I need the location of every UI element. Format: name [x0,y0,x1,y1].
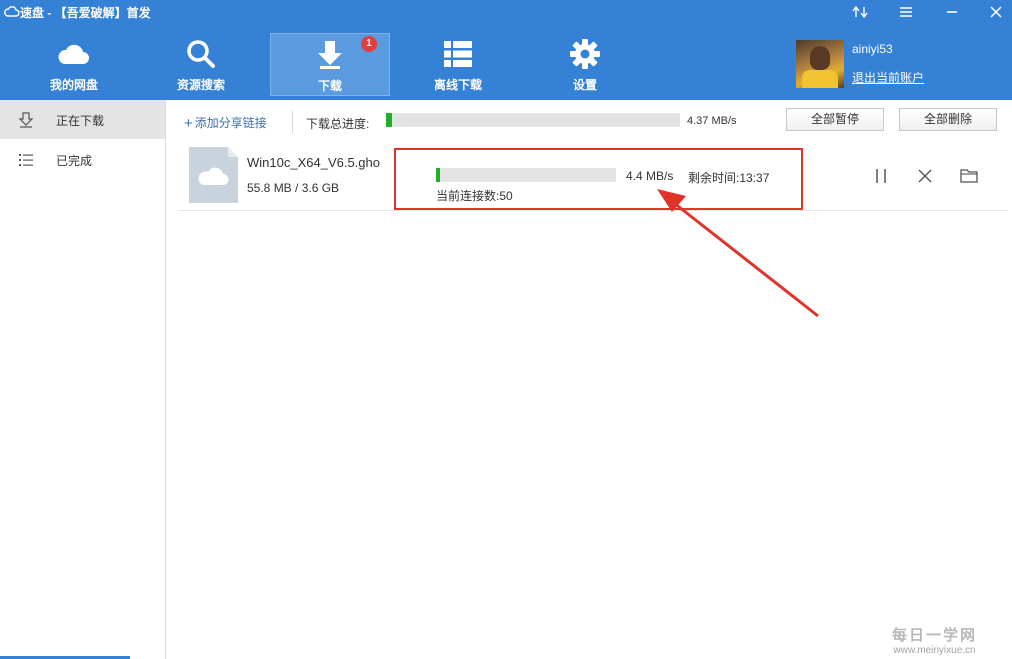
cloud-icon [15,39,133,69]
watermark-url: www.meiriyixue.cn [893,645,976,656]
download-row[interactable]: Win10c_X64_V6.5.gho 55.8 MB / 3.6 GB 4.4… [178,144,1008,211]
total-progress-fill [386,113,392,127]
cloud-file-icon [189,147,238,203]
download-toolbar: + 添加分享链接 下载总进度: 4.37 MB/s 全部暂停 全部删除 [166,100,1012,140]
nav-my-drive[interactable]: 我的网盘 [15,33,133,96]
nav-label: 下载 [317,79,342,93]
pause-all-button[interactable]: 全部暂停 [786,108,884,131]
nav-label: 设置 [572,78,597,92]
delete-icon[interactable] [915,166,935,186]
nav-label: 我的网盘 [49,78,98,92]
pause-icon[interactable] [871,166,891,186]
annotation-highlight-box [394,148,803,210]
watermark-main-text: 每日一学网 [892,627,978,644]
sidebar-item-label: 已完成 [56,154,93,168]
menu-icon[interactable] [894,2,918,22]
nav-resource-search[interactable]: 资源搜索 [142,33,260,96]
app-logo-cloud-icon [4,6,20,17]
nav-label: 资源搜索 [176,78,225,92]
file-name: Win10c_X64_V6.5.gho [247,155,380,170]
username: ainiyi53 [852,42,893,56]
add-share-link-label: 添加分享链接 [194,116,267,130]
sidebar-item-completed[interactable]: 已完成 [0,140,165,179]
gear-icon [526,39,644,69]
close-icon[interactable] [984,2,1008,22]
download-tray-icon [18,112,34,128]
sidebar: 正在下载 已完成 [0,100,166,659]
sidebar-item-downloading[interactable]: 正在下载 [0,100,165,139]
search-icon [142,39,260,69]
top-header: 速盘 - 【吾爱破解】首发 我的网盘 资源搜索 1 下载 离线下载 设置 ain… [0,0,1012,100]
folder-icon[interactable] [959,166,979,186]
total-speed: 4.37 MB/s [687,115,737,127]
nav-settings[interactable]: 设置 [526,33,644,96]
window-title: 速盘 - 【吾爱破解】首发 [20,6,151,20]
logout-link[interactable]: 退出当前账户 [852,69,924,86]
watermark: 每日一学网 www.meiriyixue.cn [892,624,977,656]
delete-all-button[interactable]: 全部删除 [899,108,997,131]
total-progress-bar [386,113,680,127]
plus-icon: + [184,115,193,132]
file-size: 55.8 MB / 3.6 GB [247,181,340,195]
add-share-link-button[interactable]: + 添加分享链接 [184,114,267,132]
sidebar-item-label: 正在下载 [56,114,105,128]
list-icon [399,39,517,69]
minimize-icon[interactable] [940,2,964,22]
toolbar-divider [292,111,293,133]
total-progress-label: 下载总进度: [306,117,370,131]
download-count-badge: 1 [361,36,377,52]
title-bar: 速盘 - 【吾爱破解】首发 [0,0,1012,24]
avatar[interactable] [796,40,844,88]
transfer-icon[interactable] [848,2,872,22]
nav-download[interactable]: 1 下载 [270,33,390,96]
nav-label: 离线下载 [433,78,482,92]
list-bullets-icon [19,154,33,166]
nav-offline-download[interactable]: 离线下载 [399,33,517,96]
